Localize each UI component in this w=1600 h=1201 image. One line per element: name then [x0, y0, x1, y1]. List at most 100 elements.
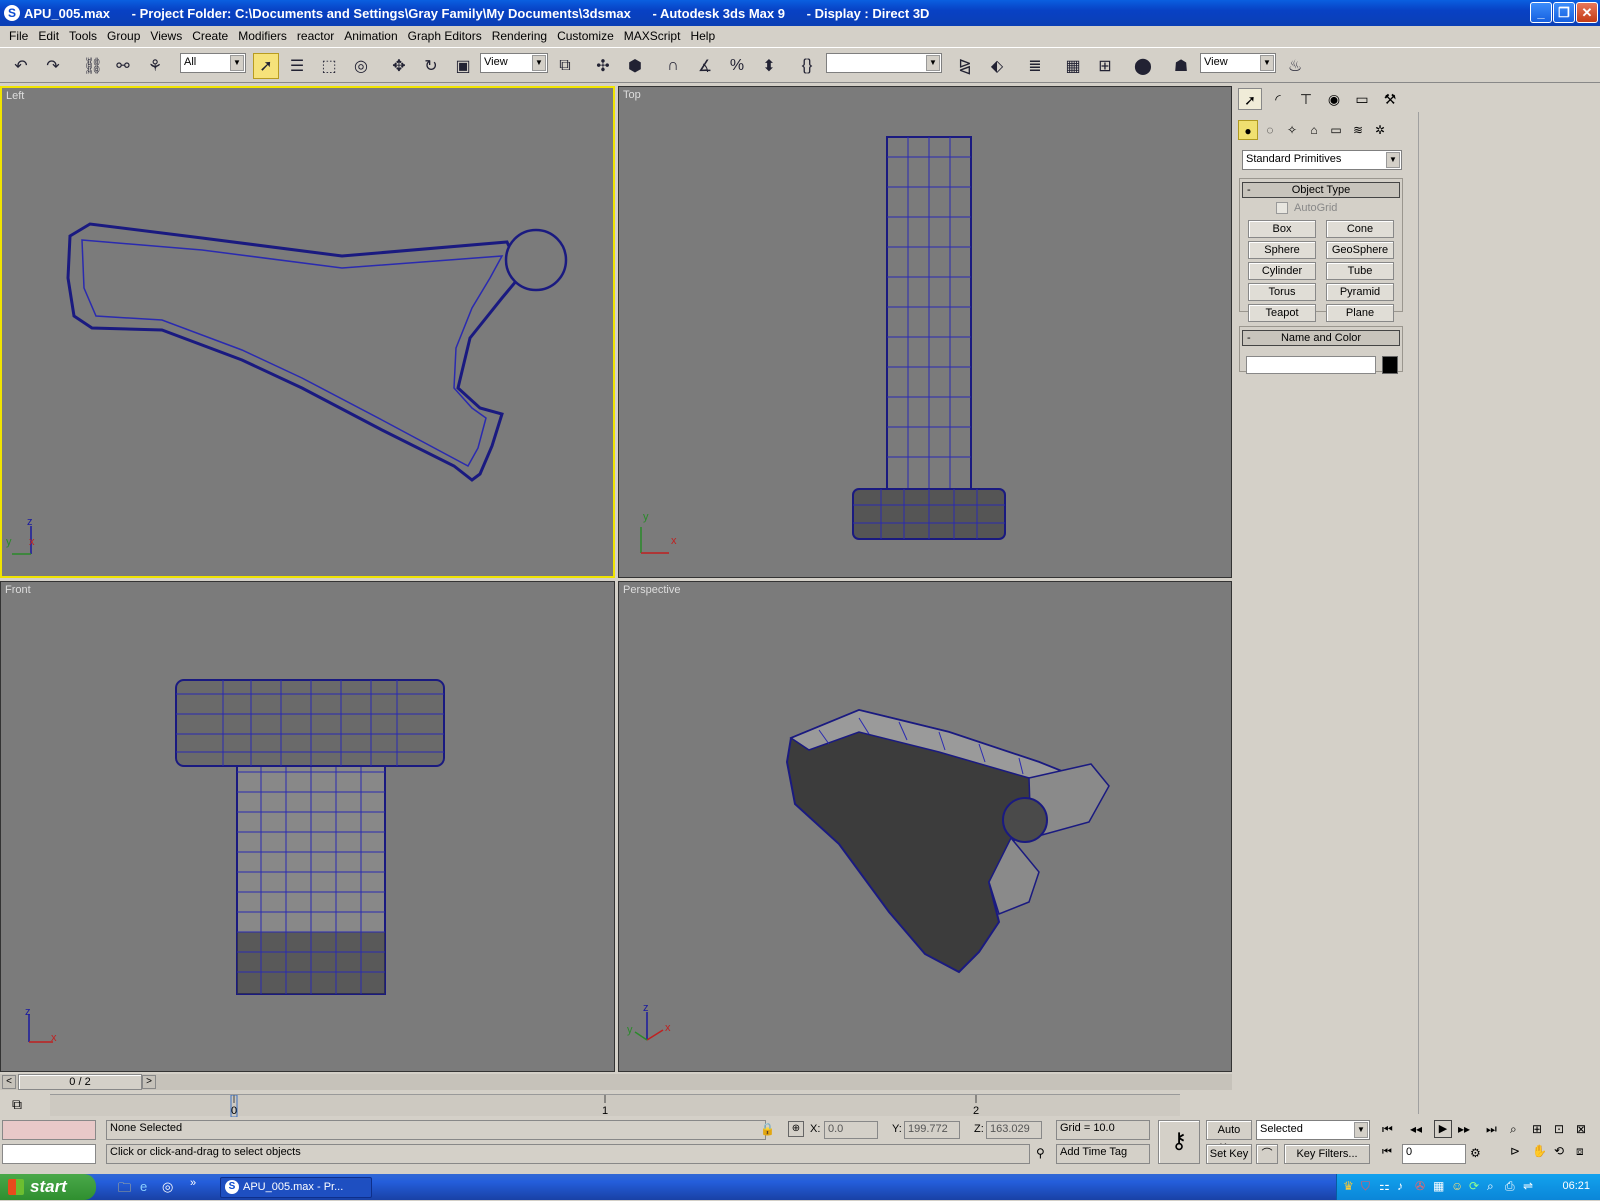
- time-slider-thumb[interactable]: 0 / 2: [18, 1074, 142, 1090]
- snaps-toggle-icon[interactable]: ∩: [660, 53, 686, 79]
- render-scene-dialog-icon[interactable]: ☗: [1168, 53, 1194, 79]
- menu-create[interactable]: Create: [187, 29, 233, 43]
- viewport-left[interactable]: Left y z x: [0, 86, 615, 578]
- select-and-rotate-icon[interactable]: ↻: [418, 53, 444, 79]
- cameras-icon[interactable]: ⌂: [1304, 120, 1324, 140]
- maximize-viewport-icon[interactable]: ⧈: [1576, 1144, 1584, 1159]
- default-in-out-tangents-icon[interactable]: ⌒: [1256, 1144, 1278, 1164]
- set-key-button[interactable]: Set Key: [1206, 1144, 1252, 1164]
- geometry-icon[interactable]: ●: [1238, 120, 1258, 140]
- maxscript-listener-mini[interactable]: [2, 1120, 96, 1140]
- zoom-extents-icon[interactable]: ⊡: [1554, 1122, 1564, 1136]
- pivot-center-icon[interactable]: ⧉: [552, 53, 578, 79]
- play-icon[interactable]: ▶: [1434, 1120, 1452, 1138]
- bind-to-space-warp-icon[interactable]: ⚘: [142, 53, 168, 79]
- usb-tray-icon[interactable]: ⇌: [1523, 1179, 1533, 1193]
- viewport-front[interactable]: Front z x: [0, 581, 615, 1072]
- spinner-snap-icon[interactable]: ⬍: [756, 53, 782, 79]
- create-tab-icon[interactable]: ➚: [1238, 88, 1262, 110]
- zoom-icon[interactable]: ⌕: [1510, 1122, 1517, 1137]
- add-time-tag-button[interactable]: Add Time Tag: [1056, 1144, 1150, 1164]
- start-button[interactable]: start: [0, 1174, 96, 1200]
- display-tab-icon[interactable]: ▭: [1350, 88, 1374, 110]
- lights-icon[interactable]: ✧: [1282, 120, 1302, 140]
- menu-rendering[interactable]: Rendering: [487, 29, 552, 43]
- percent-snap-icon[interactable]: %: [724, 53, 750, 79]
- angle-snap-icon[interactable]: ∡: [692, 53, 718, 79]
- previous-key-icon[interactable]: ◂◂: [1410, 1122, 1422, 1136]
- volume-tray-icon[interactable]: ♪: [1397, 1179, 1403, 1193]
- close-button[interactable]: ✕: [1576, 2, 1598, 23]
- select-and-scale-icon[interactable]: ▣: [450, 53, 476, 79]
- set-keys-icon[interactable]: ⚷: [1158, 1120, 1200, 1164]
- folder-quicklaunch-icon[interactable]: 🗀: [118, 1179, 131, 1201]
- zoom-all-icon[interactable]: ⊞: [1532, 1122, 1542, 1136]
- time-slider-track[interactable]: < 0 / 2 >: [0, 1074, 1232, 1090]
- x-coordinate-field[interactable]: 0.0: [824, 1121, 878, 1139]
- object-color-swatch[interactable]: [1382, 356, 1398, 374]
- curve-editor-icon[interactable]: ▦: [1060, 53, 1086, 79]
- systems-icon[interactable]: ✲: [1370, 120, 1390, 140]
- arc-rotate-icon[interactable]: ⟲: [1554, 1144, 1564, 1158]
- key-mode-toggle-icon[interactable]: ⏮: [1382, 1146, 1392, 1159]
- minimize-button[interactable]: _: [1530, 2, 1552, 23]
- sphere-button[interactable]: Sphere: [1248, 241, 1316, 259]
- schematic-view-icon[interactable]: ⊞: [1092, 53, 1118, 79]
- key-filters-button[interactable]: Key Filters...: [1284, 1144, 1370, 1164]
- viewport-perspective[interactable]: Perspective z x y: [618, 581, 1232, 1072]
- select-by-name-icon[interactable]: ☰: [284, 53, 310, 79]
- update-tray-icon[interactable]: ⟳: [1469, 1179, 1479, 1193]
- modify-tab-icon[interactable]: ◜: [1266, 88, 1290, 110]
- search-tray-icon[interactable]: ⌕: [1487, 1179, 1494, 1194]
- menu-tools[interactable]: Tools: [64, 29, 102, 43]
- antivirus-tray-icon[interactable]: ⛉: [1361, 1179, 1370, 1194]
- y-coordinate-field[interactable]: 199.772: [904, 1121, 960, 1139]
- select-and-link-icon[interactable]: ⛓: [80, 53, 106, 79]
- menu-group[interactable]: Group: [102, 29, 145, 43]
- previous-frame-icon[interactable]: <: [2, 1075, 16, 1089]
- plane-button[interactable]: Plane: [1326, 304, 1394, 322]
- network-tray-icon[interactable]: ⚏: [1379, 1179, 1390, 1193]
- browser-quicklaunch-icon[interactable]: ◎: [162, 1179, 173, 1195]
- helpers-icon[interactable]: ▭: [1326, 120, 1346, 140]
- time-tag-icon[interactable]: ⚲: [1036, 1146, 1045, 1160]
- menu-modifiers[interactable]: Modifiers: [233, 29, 292, 43]
- window-crossing-icon[interactable]: ◎: [348, 53, 374, 79]
- messenger-tray-icon[interactable]: ☺: [1451, 1179, 1463, 1193]
- name-and-color-rollout-header[interactable]: - Name and Color: [1242, 330, 1400, 346]
- rectangular-selection-icon[interactable]: ⬚: [316, 53, 342, 79]
- printer-tray-icon[interactable]: ⎙: [1505, 1179, 1515, 1194]
- menu-animation[interactable]: Animation: [339, 29, 402, 43]
- motion-tab-icon[interactable]: ◉: [1322, 88, 1346, 110]
- timeline-ruler[interactable]: 0 1 2: [50, 1094, 1180, 1118]
- unlink-icon[interactable]: ⚯: [110, 53, 136, 79]
- security-tray-icon[interactable]: ✇: [1415, 1179, 1425, 1193]
- auto-key-button[interactable]: Auto Key: [1206, 1120, 1252, 1154]
- viewport-top[interactable]: Top y x: [618, 86, 1232, 578]
- keyboard-shortcut-override-icon[interactable]: ⬢: [622, 53, 648, 79]
- absolute-mode-transform-icon[interactable]: ⊕: [788, 1121, 804, 1137]
- object-type-rollout-header[interactable]: - Object Type: [1242, 182, 1400, 198]
- edit-named-selection-icon[interactable]: {}: [794, 53, 820, 79]
- space-warps-icon[interactable]: ≋: [1348, 120, 1368, 140]
- menu-reactor[interactable]: reactor: [292, 29, 339, 43]
- utilities-tab-icon[interactable]: ⚒: [1378, 88, 1402, 110]
- current-frame-field[interactable]: 0: [1402, 1144, 1466, 1164]
- maxscript-input-mini[interactable]: [2, 1144, 96, 1164]
- named-selection-sets-dropdown[interactable]: ▼: [826, 53, 942, 73]
- next-key-icon[interactable]: ▸▸: [1458, 1122, 1470, 1136]
- layer-manager-icon[interactable]: ≣: [1022, 53, 1048, 79]
- manipulate-icon[interactable]: ✣: [590, 53, 616, 79]
- menu-edit[interactable]: Edit: [33, 29, 64, 43]
- material-editor-icon[interactable]: ⬤: [1130, 53, 1156, 79]
- pan-icon[interactable]: ✋: [1532, 1144, 1547, 1158]
- time-configuration-icon[interactable]: ⚙: [1470, 1146, 1481, 1160]
- mini-curve-editor-icon[interactable]: ⧉: [12, 1096, 22, 1113]
- tray-app-icon[interactable]: ♛: [1343, 1179, 1354, 1193]
- menu-graph-editors[interactable]: Graph Editors: [403, 29, 487, 43]
- 3dsmax-app-icon[interactable]: S: [4, 5, 20, 21]
- lock-selection-icon[interactable]: 🔒: [760, 1122, 775, 1136]
- zoom-extents-all-icon[interactable]: ⊠: [1576, 1122, 1586, 1136]
- cylinder-button[interactable]: Cylinder: [1248, 262, 1316, 280]
- display-tray-icon[interactable]: ▦: [1433, 1179, 1444, 1193]
